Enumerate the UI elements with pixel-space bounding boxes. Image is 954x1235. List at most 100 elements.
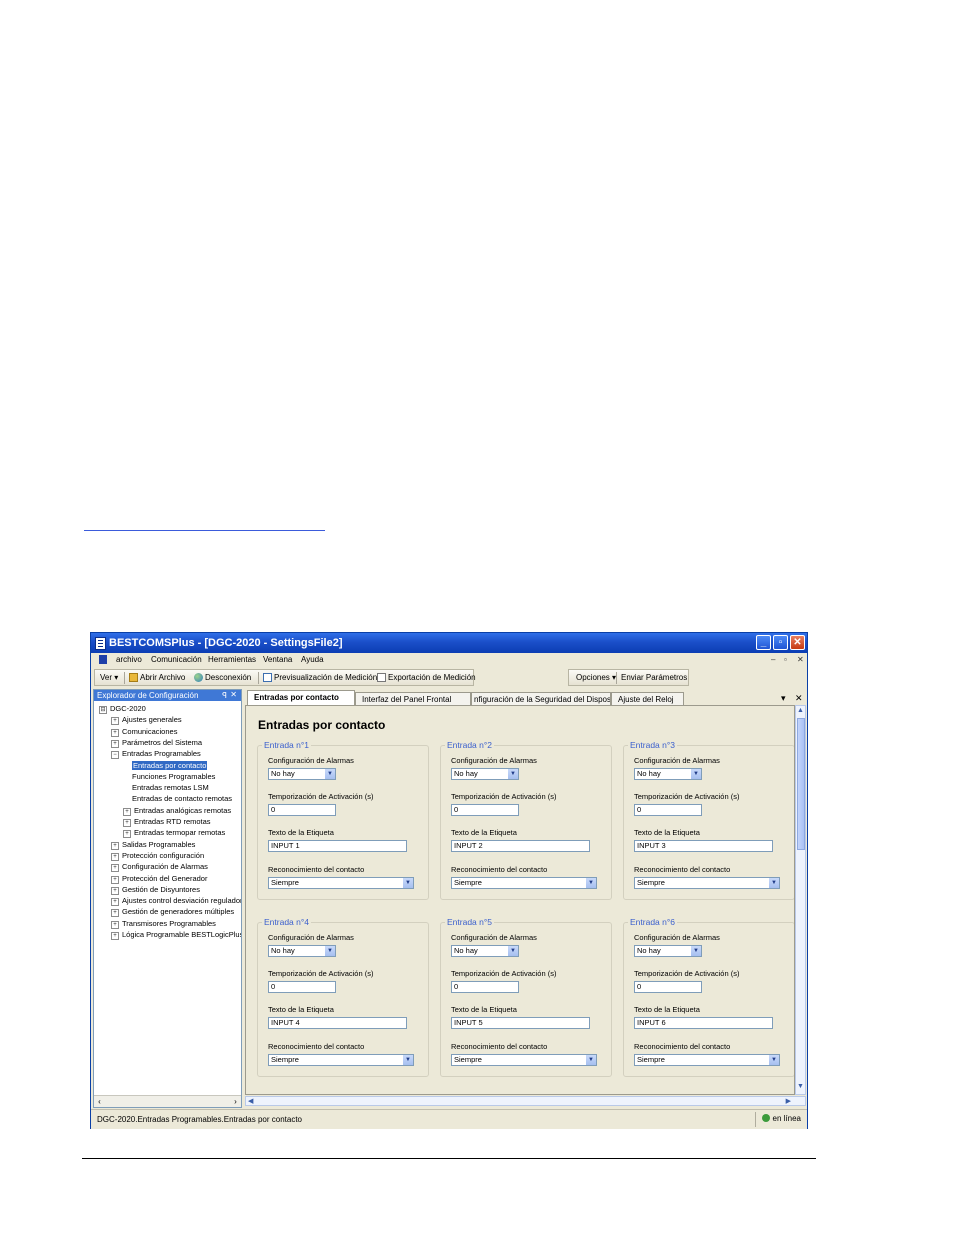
chevron-down-icon[interactable]: ▼ bbox=[325, 946, 335, 956]
tree-node[interactable]: + Gestión de Disyuntores bbox=[111, 885, 200, 895]
mdi-close-button[interactable]: ✕ bbox=[797, 655, 804, 664]
activation-delay-input[interactable]: 0 bbox=[451, 981, 519, 993]
tree-node[interactable]: + Gestión de generadores múltiples bbox=[111, 907, 234, 918]
tree-node[interactable]: Entradas remotas LSM bbox=[123, 783, 209, 793]
tree-expander-icon[interactable]: + bbox=[111, 932, 119, 940]
tab-close-icon[interactable]: ✕ bbox=[795, 693, 803, 704]
chevron-down-icon[interactable]: ▼ bbox=[403, 878, 413, 888]
pin-icon[interactable]: ꟼ bbox=[222, 691, 227, 700]
scroll-right-icon[interactable]: › bbox=[230, 1096, 241, 1107]
tree-node[interactable]: + Ajustes control desviación regulador bbox=[111, 896, 241, 907]
tab-ajuste-reloj[interactable]: Ajuste del Reloj bbox=[611, 692, 684, 705]
chevron-down-icon[interactable]: ▼ bbox=[508, 946, 518, 956]
tree-expander-icon[interactable]: + bbox=[111, 739, 119, 748]
tree-expander-icon[interactable]: + bbox=[111, 898, 119, 907]
label-text-input[interactable]: INPUT 1 bbox=[268, 840, 407, 852]
view-button[interactable]: Ver ▾ bbox=[100, 673, 118, 682]
maximize-button[interactable]: ▫ bbox=[773, 635, 788, 650]
tree-node[interactable]: Funciones Programables bbox=[123, 772, 215, 782]
tree-node[interactable]: Entradas de contacto remotas bbox=[123, 794, 232, 804]
alarm-config-select[interactable]: No hay ▼ bbox=[451, 945, 519, 957]
menu-ayuda[interactable]: Ayuda bbox=[301, 655, 324, 664]
tree-node[interactable]: + Entradas analógicas remotas bbox=[123, 806, 231, 816]
tree-node[interactable]: + Comunicaciones bbox=[111, 727, 177, 737]
label-text-input[interactable]: INPUT 4 bbox=[268, 1017, 407, 1029]
scroll-left-icon[interactable]: ◀ bbox=[248, 1097, 253, 1105]
chevron-down-icon[interactable]: ▼ bbox=[508, 769, 518, 779]
metering-export-button[interactable]: Exportación de Medición bbox=[377, 673, 476, 682]
alarm-config-select[interactable]: No hay ▼ bbox=[268, 768, 336, 780]
activation-delay-input[interactable]: 0 bbox=[268, 804, 336, 816]
tree-node[interactable]: + Parámetros del Sistema bbox=[111, 738, 202, 748]
tree-node[interactable]: + Configuración de Alarmas bbox=[111, 862, 208, 873]
tree-expander-icon[interactable]: + bbox=[111, 841, 119, 850]
tree-node[interactable]: + Transmisores Programables bbox=[111, 919, 216, 929]
explorer-horizontal-scrollbar[interactable]: ‹ › bbox=[94, 1095, 241, 1107]
content-vertical-scrollbar[interactable]: ▲ ▼ bbox=[795, 705, 806, 1095]
activation-delay-input[interactable]: 0 bbox=[451, 804, 519, 816]
mdi-restore-button[interactable]: ▫ bbox=[784, 655, 787, 664]
chevron-down-icon[interactable]: ▼ bbox=[769, 878, 779, 888]
tree-node[interactable]: + Entradas RTD remotas bbox=[123, 817, 211, 827]
activation-delay-input[interactable]: 0 bbox=[268, 981, 336, 993]
chevron-down-icon[interactable]: ▼ bbox=[691, 769, 701, 779]
tree-node[interactable]: + Ajustes generales bbox=[111, 715, 182, 726]
chevron-down-icon[interactable]: ▼ bbox=[325, 769, 335, 779]
scroll-up-icon[interactable]: ▲ bbox=[796, 707, 805, 717]
tree-expander-icon[interactable]: + bbox=[111, 875, 119, 884]
chevron-down-icon[interactable]: ▼ bbox=[769, 1055, 779, 1065]
scroll-left-icon[interactable]: ‹ bbox=[94, 1096, 105, 1107]
scroll-thumb[interactable] bbox=[797, 718, 805, 850]
explorer-close-button[interactable]: ✕ bbox=[230, 690, 237, 699]
tree-expander-icon[interactable]: + bbox=[111, 864, 119, 873]
label-text-input[interactable]: INPUT 3 bbox=[634, 840, 773, 852]
label-text-input[interactable]: INPUT 6 bbox=[634, 1017, 773, 1029]
tree-expander-icon[interactable]: + bbox=[111, 728, 119, 737]
contact-recognition-select[interactable]: Siempre ▼ bbox=[268, 1054, 414, 1066]
chevron-down-icon[interactable]: ▼ bbox=[403, 1055, 413, 1065]
menu-ventana[interactable]: Ventana bbox=[263, 655, 292, 664]
metering-preview-button[interactable]: Previsualización de Medición bbox=[263, 673, 377, 682]
tab-entradas-por-contacto[interactable]: Entradas por contacto bbox=[247, 690, 355, 705]
tree-expander-icon[interactable]: + bbox=[111, 909, 119, 918]
send-settings-button[interactable]: Enviar Parámetros bbox=[621, 673, 687, 682]
contact-recognition-select[interactable]: Siempre ▼ bbox=[268, 877, 414, 889]
content-horizontal-scrollbar[interactable]: ◀ ▶ bbox=[245, 1096, 806, 1106]
activation-delay-input[interactable]: 0 bbox=[634, 981, 702, 993]
menu-herramientas[interactable]: Herramientas bbox=[208, 655, 256, 664]
scroll-right-icon[interactable]: ▶ bbox=[786, 1097, 791, 1105]
tab-interfaz-panel-frontal[interactable]: Interfaz del Panel Frontal bbox=[355, 692, 471, 705]
alarm-config-select[interactable]: No hay ▼ bbox=[634, 768, 702, 780]
minimize-button[interactable]: _ bbox=[756, 635, 771, 650]
tree-node[interactable]: ⊟ DGC-2020 bbox=[99, 704, 146, 714]
contact-recognition-select[interactable]: Siempre ▼ bbox=[451, 1054, 597, 1066]
tab-seguridad-dispositivo[interactable]: nfiguración de la Seguridad del Disposit… bbox=[471, 692, 611, 705]
tab-list-dropdown-icon[interactable]: ▾ bbox=[781, 693, 786, 704]
close-button[interactable]: ✕ bbox=[790, 635, 805, 650]
tree-expander-icon[interactable]: + bbox=[111, 852, 119, 861]
tree-expander-icon[interactable]: + bbox=[123, 807, 131, 816]
contact-recognition-select[interactable]: Siempre ▼ bbox=[634, 1054, 780, 1066]
chevron-down-icon[interactable]: ▼ bbox=[586, 1055, 596, 1065]
tree-node[interactable]: + Lógica Programable BESTLogicPlus bbox=[111, 930, 241, 940]
tree-node[interactable]: + Salidas Programables bbox=[111, 840, 195, 850]
activation-delay-input[interactable]: 0 bbox=[634, 804, 702, 816]
alarm-config-select[interactable]: No hay ▼ bbox=[268, 945, 336, 957]
menu-comunicacion[interactable]: Comunicación bbox=[151, 655, 202, 664]
tree-expander-icon[interactable]: + bbox=[123, 830, 131, 839]
options-button[interactable]: Opciones ▾ bbox=[576, 673, 616, 682]
scroll-down-icon[interactable]: ▼ bbox=[796, 1083, 805, 1093]
tree-expander-icon[interactable]: + bbox=[111, 717, 119, 726]
tree-node[interactable]: + Protección del Generador bbox=[111, 874, 207, 884]
label-text-input[interactable]: INPUT 2 bbox=[451, 840, 590, 852]
open-file-button[interactable]: Abrir Archivo bbox=[129, 673, 185, 682]
disconnect-button[interactable]: Desconexión bbox=[194, 673, 251, 682]
tree-node[interactable]: + Entradas termopar remotas bbox=[123, 828, 225, 839]
tree-node[interactable]: + Protección configuración bbox=[111, 851, 204, 861]
tree-expander-icon[interactable]: + bbox=[111, 920, 119, 929]
mdi-minimize-button[interactable]: – bbox=[771, 655, 775, 664]
label-text-input[interactable]: INPUT 5 bbox=[451, 1017, 590, 1029]
alarm-config-select[interactable]: No hay ▼ bbox=[451, 768, 519, 780]
chevron-down-icon[interactable]: ▼ bbox=[691, 946, 701, 956]
document-icon[interactable] bbox=[99, 655, 107, 664]
